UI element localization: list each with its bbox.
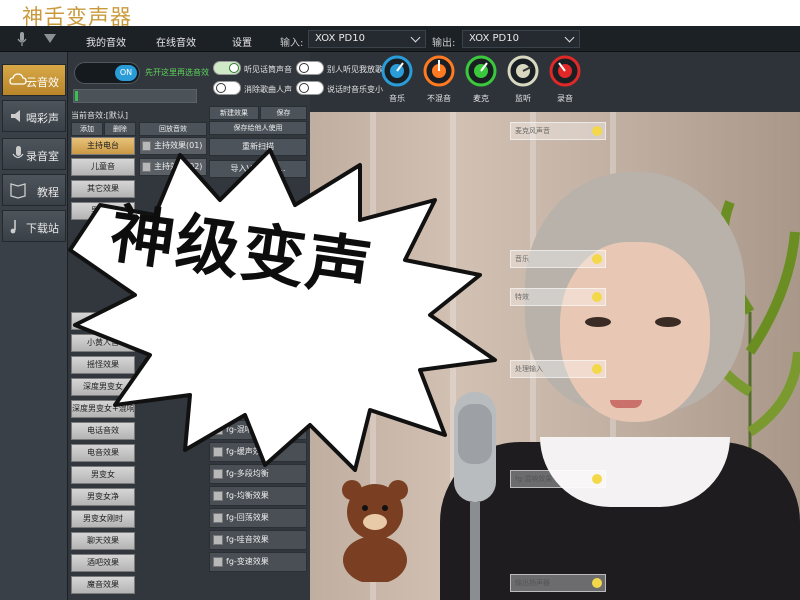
mic-monitor-switch[interactable] <box>213 61 241 75</box>
dropdown-arrow-icon[interactable] <box>44 34 56 43</box>
fx-label: fg-变速效果 <box>226 557 269 566</box>
fx-item[interactable]: fg-变速效果 <box>209 552 307 572</box>
mic-volume-knob[interactable] <box>465 55 497 87</box>
record-knob[interactable] <box>549 55 581 87</box>
output-device-select[interactable]: XOX PD10 <box>462 30 580 48</box>
no-mix-knob[interactable] <box>423 55 455 87</box>
share-music-switch[interactable] <box>296 61 324 75</box>
fx-item[interactable]: fg-均衡效果 <box>209 486 307 506</box>
fx-label: fg-均衡效果 <box>226 491 269 500</box>
plugin-icon <box>213 557 223 567</box>
fx-item[interactable]: fg-哇音效果 <box>209 530 307 550</box>
overlay-node: fg-混响效果 <box>510 470 606 488</box>
new-effect-button[interactable]: 新建效果 <box>209 106 259 120</box>
overlay-node: 麦克风声音 <box>510 122 606 140</box>
knob-label: 麦克 <box>473 94 489 103</box>
fx-label: fg-哇音效果 <box>226 535 269 544</box>
knob-label: 监听 <box>515 94 531 103</box>
tab-settings[interactable]: 设置 <box>232 34 252 49</box>
sidebar-item-tutorial[interactable]: 教程 <box>2 174 66 206</box>
plugin-icon <box>213 535 223 545</box>
output-label: 输出: <box>432 38 456 49</box>
preset-item[interactable]: 魔音效果 <box>71 576 135 594</box>
playback-effect-button[interactable]: 回放音效 <box>139 122 207 136</box>
fx-label: fg-回荡效果 <box>226 513 269 522</box>
add-preset-button[interactable]: 添加 <box>71 122 103 136</box>
sidebar-item-label: 下载站 <box>26 222 59 235</box>
preset-item[interactable]: 男变女净 <box>71 488 135 506</box>
book-icon <box>10 183 26 199</box>
voice-change-toggle[interactable]: ON <box>74 62 140 84</box>
output-device-value: XOX PD10 <box>469 33 519 44</box>
music-note-icon <box>10 220 16 234</box>
cloud-icon <box>9 73 27 85</box>
save-button[interactable]: 保存 <box>260 106 307 120</box>
knob-label: 不混音 <box>427 94 451 103</box>
title-bar: 神舌变声器 <box>0 0 800 29</box>
input-device-value: XOX PD10 <box>315 33 365 44</box>
vocal-remove-label: 消除歌曲人声 <box>244 85 292 94</box>
sidebar-item-label: 录音室 <box>26 150 59 163</box>
plugin-icon <box>213 491 223 501</box>
ducking-switch[interactable] <box>296 81 324 95</box>
knob-label: 录音 <box>557 94 573 103</box>
sidebar-item-download[interactable]: 下载站 <box>2 210 66 242</box>
app-window: 神舌变声器 我的音效 在线音效 设置 输入: XOX PD10 输出: XOX … <box>0 0 800 600</box>
save-share-button[interactable]: 保存给他人使用 <box>209 121 307 135</box>
chevron-down-icon <box>564 32 575 43</box>
sidebar-item-label: 云音效 <box>26 76 59 89</box>
overlay-node: 处理输入 <box>510 360 606 378</box>
delete-preset-button[interactable]: 删除 <box>104 122 136 136</box>
sidebar-item-studio[interactable]: 录音室 <box>2 138 66 170</box>
tab-online-effects[interactable]: 在线音效 <box>156 34 196 49</box>
teddy-bear-image <box>342 480 408 582</box>
microphone-icon <box>12 146 24 159</box>
sidebar-item-label: 教程 <box>37 186 59 199</box>
current-effect-label: 当前音效:[默认] <box>71 111 128 120</box>
share-music-label: 别人听见我放歌 <box>327 65 383 74</box>
music-volume-knob[interactable] <box>381 55 413 87</box>
preset-item[interactable]: 男变女刚时 <box>71 510 135 528</box>
overlay-node: 输出扬声器 <box>510 574 606 592</box>
person-face <box>560 242 710 422</box>
toggle-hint: 先开这里再选音效 <box>145 68 209 77</box>
sidebar <box>0 52 68 600</box>
input-device-select[interactable]: XOX PD10 <box>308 30 426 48</box>
speaker-icon <box>11 110 20 122</box>
knob-label: 音乐 <box>389 94 405 103</box>
preset-item[interactable]: 聊天效果 <box>71 532 135 550</box>
chevron-down-icon <box>410 32 421 43</box>
monitor-knob[interactable] <box>507 55 539 87</box>
mic-monitor-label: 听见话筒声音 <box>244 65 292 74</box>
input-label: 输入: <box>280 38 304 49</box>
toggle-state-label: ON <box>115 65 137 81</box>
sidebar-item-label: 喝彩声 <box>26 112 59 125</box>
sidebar-item-cloud-effects[interactable]: 云音效 <box>2 64 66 96</box>
vocal-remove-switch[interactable] <box>213 81 241 95</box>
level-slider[interactable] <box>73 89 197 103</box>
fx-item[interactable]: fg-回荡效果 <box>209 508 307 528</box>
microphone-icon[interactable] <box>14 31 30 47</box>
overlay-node: 音乐 <box>510 250 606 268</box>
overlay-node: 特效 <box>510 288 606 306</box>
tab-my-effects[interactable]: 我的音效 <box>86 34 126 49</box>
preset-item[interactable]: 酒吧效果 <box>71 554 135 572</box>
ducking-label: 说话时音乐变小 <box>327 85 383 94</box>
sidebar-item-cheers[interactable]: 喝彩声 <box>2 100 66 132</box>
plugin-icon <box>213 513 223 523</box>
